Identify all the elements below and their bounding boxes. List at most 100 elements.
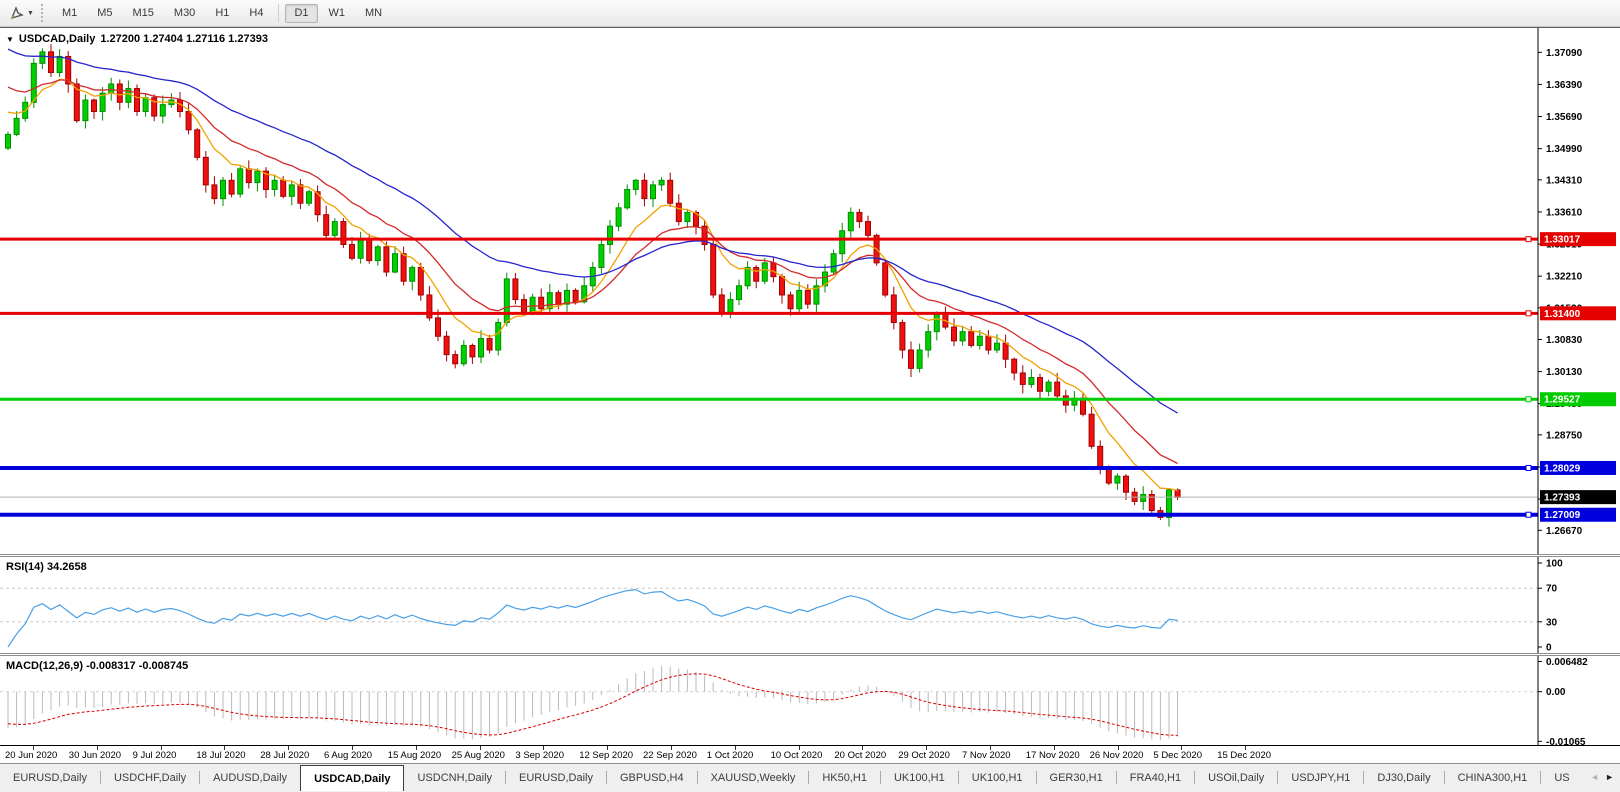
date-label: 22 Sep 2020	[643, 750, 697, 761]
candle-body	[383, 246, 390, 273]
main-price-pane[interactable]: ▼ USDCAD,Daily 1.27200 1.27404 1.27116 1…	[0, 28, 1620, 554]
tab-fra40-h1[interactable]: FRA40,H1	[1117, 764, 1194, 791]
timeframe-button-h4[interactable]: H4	[240, 4, 272, 23]
tab-hk50-h1[interactable]: HK50,H1	[809, 764, 880, 791]
candle-body	[1097, 445, 1104, 470]
candle-body	[968, 331, 975, 346]
candle-body	[1045, 381, 1052, 392]
candle-body	[985, 335, 992, 351]
macd-label: MACD(12,26,9) -0.008317 -0.008745	[6, 660, 189, 672]
tab-usdchf-daily[interactable]: USDCHF,Daily	[101, 764, 199, 791]
cursor-tool-button[interactable]: ▼	[4, 2, 39, 24]
tab-uk100-h1[interactable]: UK100,H1	[881, 764, 958, 791]
tab-scroll-right-icon[interactable]: ►	[1605, 773, 1614, 782]
candle-body	[478, 338, 484, 358]
line-handle[interactable]	[1525, 310, 1532, 317]
line-handle[interactable]	[1525, 511, 1532, 518]
price-tick-label: 1.28750	[1546, 430, 1583, 441]
date-label: 30 Jun 2020	[68, 750, 122, 761]
candle-body	[1002, 342, 1009, 360]
candle-body	[357, 239, 364, 259]
tab-scroll-left-icon[interactable]: ◄	[1590, 773, 1599, 782]
candle-body	[598, 244, 605, 268]
timeframe-button-m5[interactable]: M5	[88, 4, 121, 23]
candle-body	[254, 170, 261, 184]
tab-gbpusd-h4[interactable]: GBPUSD,H4	[607, 764, 697, 791]
candle-body	[882, 262, 889, 296]
candle-body	[1114, 475, 1121, 484]
candle-body	[615, 207, 622, 227]
candle-body	[1174, 489, 1181, 498]
price-chart-canvas[interactable]: 1.37090 1.36390 1.35690 1.34990 1.34310 1.336…	[0, 28, 1620, 554]
hline-price-label: 1.27009	[1544, 510, 1581, 521]
tab-audusd-daily[interactable]: AUDUSD,Daily	[200, 764, 300, 791]
macd-chart-canvas[interactable]: 0.006482 0.00 -0.01065	[0, 656, 1620, 745]
candle-body	[727, 299, 734, 314]
candle-body	[409, 266, 416, 282]
date-label: 15 Aug 2020	[387, 750, 442, 761]
tab-usdjpy-h1[interactable]: USDJPY,H1	[1278, 764, 1363, 791]
candle-body	[417, 266, 424, 296]
candle-body	[211, 184, 218, 200]
candle-body	[48, 51, 54, 73]
toolbar-drag-handle[interactable]	[40, 4, 46, 22]
date-label: 1 Oct 2020	[706, 750, 754, 761]
candle-body	[736, 285, 742, 301]
chart-title-symbol: USDCAD,Daily	[18, 33, 96, 45]
rsi-chart-canvas[interactable]: 100 70 30 0	[0, 557, 1620, 653]
candle-body	[865, 221, 871, 236]
candle-body	[349, 244, 355, 259]
rsi-indicator-pane[interactable]: RSI(14) 34.2658 100 70 30 0	[0, 557, 1620, 653]
line-handle[interactable]	[1525, 464, 1532, 471]
tab-dj30-daily[interactable]: DJ30,Daily	[1364, 764, 1443, 791]
date-label: 7 Nov 2020	[962, 750, 1011, 761]
tab-xauusd-weekly[interactable]: XAUUSD,Weekly	[698, 764, 809, 791]
date-label: 3 Sep 2020	[515, 750, 564, 761]
chart-context-arrow-icon[interactable]: ▼	[6, 35, 14, 44]
chart-window: ▼ USDCAD,Daily 1.27200 1.27404 1.27116 1…	[0, 27, 1620, 791]
macd-tick-label: 0.00	[1546, 687, 1566, 698]
tab-eurusd-daily[interactable]: EURUSD,Daily	[0, 764, 100, 791]
tab-china300-h1[interactable]: CHINA300,H1	[1445, 764, 1541, 791]
price-tick-label: 1.34310	[1546, 175, 1583, 186]
macd-indicator-pane[interactable]: MACD(12,26,9) -0.008317 -0.008745 0.0064…	[0, 656, 1620, 745]
tab-usdcad-daily[interactable]: USDCAD,Daily	[300, 765, 405, 791]
macd-tick-label: 0.006482	[1546, 657, 1588, 668]
timeframe-button-mn[interactable]: MN	[356, 4, 391, 23]
candle-body	[538, 296, 545, 310]
candle-body	[13, 117, 20, 135]
tab-ger30-h1[interactable]: GER30,H1	[1037, 764, 1116, 791]
cursor-tool-icon	[10, 6, 24, 20]
tab-usoil-daily[interactable]: USOil,Daily	[1195, 764, 1277, 791]
candle-body	[306, 191, 312, 204]
candle-body	[374, 246, 381, 262]
candle-body	[39, 51, 46, 64]
macd-tick-label: -0.01065	[1546, 737, 1586, 745]
timeframe-button-m30[interactable]: M30	[165, 4, 204, 23]
candle-body	[503, 278, 510, 323]
candle-body	[564, 289, 570, 305]
timeframe-button-d1[interactable]: D1	[285, 3, 318, 23]
tab-us[interactable]: US	[1541, 764, 1582, 791]
timeframe-button-m15[interactable]: M15	[124, 4, 163, 23]
candle-body	[658, 179, 665, 186]
tab-eurusd-daily[interactable]: EURUSD,Daily	[506, 764, 606, 791]
candle-body	[572, 289, 579, 303]
candle-body	[624, 188, 631, 209]
candle-body	[460, 344, 467, 365]
rsi-tick-label: 70	[1546, 584, 1558, 595]
tab-usdcnh-daily[interactable]: USDCNH,Daily	[404, 764, 505, 791]
date-axis[interactable]: 20 Jun 2020 30 Jun 2020 9 Jul 2020 18 Jul 2…	[0, 745, 1620, 763]
candle-body	[641, 179, 648, 200]
line-handle[interactable]	[1525, 236, 1532, 243]
timeframe-button-h1[interactable]: H1	[206, 4, 238, 23]
candle-body	[779, 276, 785, 296]
tab-uk100-h1[interactable]: UK100,H1	[959, 764, 1036, 791]
line-handle[interactable]	[1525, 396, 1532, 403]
timeframe-button-w1[interactable]: W1	[320, 4, 355, 23]
candle-body	[933, 312, 940, 333]
timeframe-button-m1[interactable]: M1	[53, 4, 86, 23]
chart-tab-bar: EURUSD,Daily USDCHF,Daily AUDUSD,Daily USDC…	[0, 763, 1620, 791]
candle-body	[30, 62, 37, 103]
candle-body	[744, 266, 751, 287]
